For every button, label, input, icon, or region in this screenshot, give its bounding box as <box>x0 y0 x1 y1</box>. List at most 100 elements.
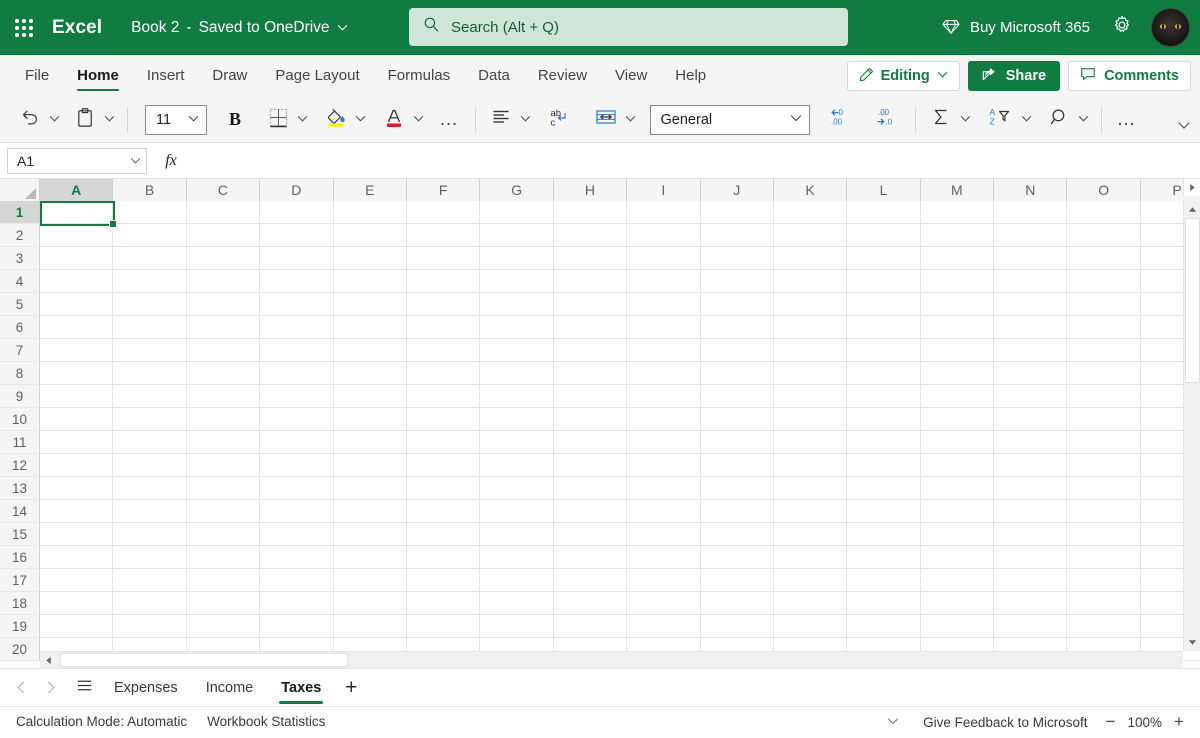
cell-J3[interactable] <box>701 247 774 270</box>
font-color-button[interactable] <box>378 102 410 137</box>
cell-F1[interactable] <box>407 201 480 224</box>
cell-E11[interactable] <box>334 431 407 454</box>
cell-G5[interactable] <box>480 293 553 316</box>
cell-E6[interactable] <box>334 316 407 339</box>
cell-F13[interactable] <box>407 477 480 500</box>
cell-N12[interactable] <box>994 454 1067 477</box>
row-header-19[interactable]: 19 <box>0 615 40 638</box>
merge-cells-button[interactable] <box>590 103 622 136</box>
cell-B17[interactable] <box>113 569 186 592</box>
cell-N14[interactable] <box>994 500 1067 523</box>
cell-L2[interactable] <box>847 224 920 247</box>
row-header-15[interactable]: 15 <box>0 523 40 546</box>
column-header-m[interactable]: M <box>921 179 994 201</box>
cell-H6[interactable] <box>554 316 627 339</box>
cell-K14[interactable] <box>774 500 847 523</box>
column-header-l[interactable]: L <box>847 179 920 201</box>
cell-E19[interactable] <box>334 615 407 638</box>
cell-A1[interactable] <box>40 201 113 224</box>
row-header-16[interactable]: 16 <box>0 546 40 569</box>
cell-C6[interactable] <box>187 316 260 339</box>
cell-J14[interactable] <box>701 500 774 523</box>
cell-E14[interactable] <box>334 500 407 523</box>
row-header-6[interactable]: 6 <box>0 316 40 339</box>
cell-B9[interactable] <box>113 385 186 408</box>
cell-C1[interactable] <box>187 201 260 224</box>
cell-I4[interactable] <box>627 270 700 293</box>
cell-E7[interactable] <box>334 339 407 362</box>
font-size-select[interactable]: 11 <box>145 105 207 135</box>
row-header-7[interactable]: 7 <box>0 339 40 362</box>
cell-D12[interactable] <box>260 454 333 477</box>
cell-F4[interactable] <box>407 270 480 293</box>
cell-M15[interactable] <box>921 523 994 546</box>
cell-H1[interactable] <box>554 201 627 224</box>
column-header-k[interactable]: K <box>774 179 847 201</box>
cell-M7[interactable] <box>921 339 994 362</box>
name-box[interactable]: A1 <box>7 148 147 174</box>
cell-B18[interactable] <box>113 592 186 615</box>
cell-O3[interactable] <box>1067 247 1140 270</box>
cell-L6[interactable] <box>847 316 920 339</box>
column-header-g[interactable]: G <box>480 179 553 201</box>
cell-A13[interactable] <box>40 477 113 500</box>
cell-J2[interactable] <box>701 224 774 247</box>
cell-A3[interactable] <box>40 247 113 270</box>
cell-C19[interactable] <box>187 615 260 638</box>
app-launcher-icon[interactable] <box>7 11 41 45</box>
cell-A5[interactable] <box>40 293 113 316</box>
cell-H15[interactable] <box>554 523 627 546</box>
row-header-10[interactable]: 10 <box>0 408 40 431</box>
bold-button[interactable]: B <box>224 105 246 134</box>
column-header-c[interactable]: C <box>187 179 260 201</box>
tab-view[interactable]: View <box>601 55 661 96</box>
scroll-up-button[interactable] <box>1184 201 1200 218</box>
cell-I11[interactable] <box>627 431 700 454</box>
cell-L10[interactable] <box>847 408 920 431</box>
fill-color-dropdown[interactable] <box>352 109 369 131</box>
cell-C8[interactable] <box>187 362 260 385</box>
search-input[interactable]: Search (Alt + Q) <box>409 8 848 46</box>
cell-E8[interactable] <box>334 362 407 385</box>
cell-B15[interactable] <box>113 523 186 546</box>
find-button[interactable] <box>1045 103 1075 136</box>
cell-M4[interactable] <box>921 270 994 293</box>
cell-C11[interactable] <box>187 431 260 454</box>
cell-A17[interactable] <box>40 569 113 592</box>
font-color-dropdown[interactable] <box>410 109 427 131</box>
cell-I17[interactable] <box>627 569 700 592</box>
cell-B13[interactable] <box>113 477 186 500</box>
cell-D11[interactable] <box>260 431 333 454</box>
cell-N5[interactable] <box>994 293 1067 316</box>
cell-C2[interactable] <box>187 224 260 247</box>
cell-B3[interactable] <box>113 247 186 270</box>
cell-A18[interactable] <box>40 592 113 615</box>
cell-I8[interactable] <box>627 362 700 385</box>
cell-I15[interactable] <box>627 523 700 546</box>
autosum-button[interactable] <box>925 102 957 137</box>
cell-D10[interactable] <box>260 408 333 431</box>
scroll-right-button[interactable] <box>1183 179 1200 196</box>
cell-O11[interactable] <box>1067 431 1140 454</box>
scroll-left-button[interactable] <box>40 652 57 668</box>
cell-M3[interactable] <box>921 247 994 270</box>
cell-G6[interactable] <box>480 316 553 339</box>
cell-H3[interactable] <box>554 247 627 270</box>
avatar[interactable] <box>1151 8 1190 47</box>
cell-B4[interactable] <box>113 270 186 293</box>
cell-M16[interactable] <box>921 546 994 569</box>
cell-I7[interactable] <box>627 339 700 362</box>
cell-H18[interactable] <box>554 592 627 615</box>
cell-G15[interactable] <box>480 523 553 546</box>
cell-D3[interactable] <box>260 247 333 270</box>
cell-A7[interactable] <box>40 339 113 362</box>
cell-N4[interactable] <box>994 270 1067 293</box>
cell-K16[interactable] <box>774 546 847 569</box>
cell-O16[interactable] <box>1067 546 1140 569</box>
cell-B12[interactable] <box>113 454 186 477</box>
cell-B11[interactable] <box>113 431 186 454</box>
cell-H19[interactable] <box>554 615 627 638</box>
cell-E18[interactable] <box>334 592 407 615</box>
all-sheets-button[interactable] <box>69 674 99 701</box>
cell-J9[interactable] <box>701 385 774 408</box>
